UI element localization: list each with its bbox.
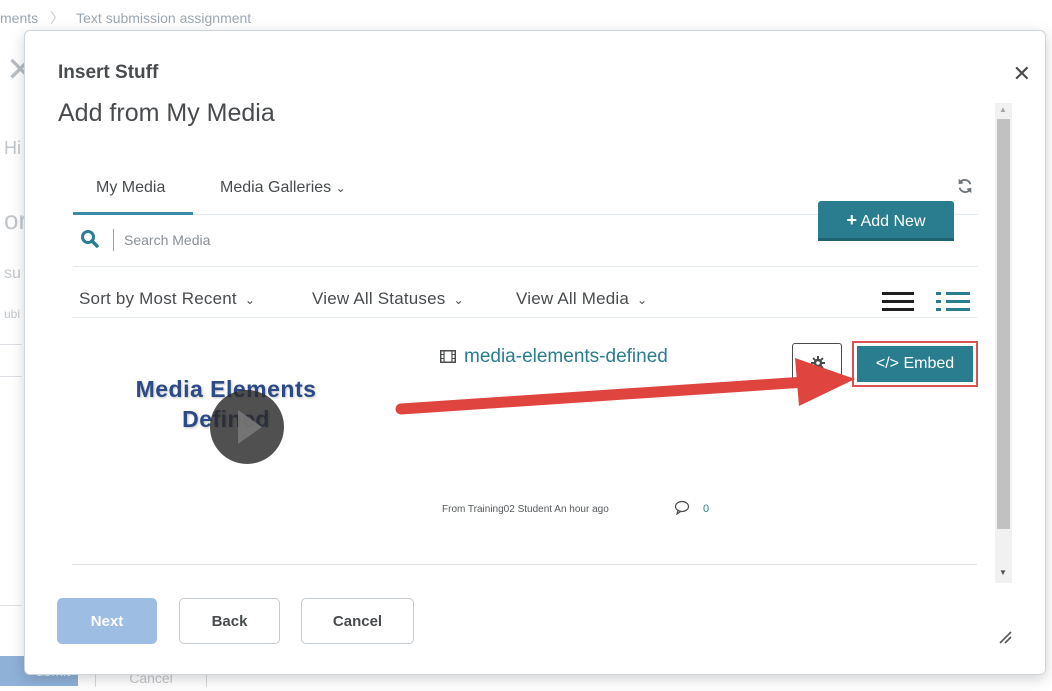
play-triangle <box>238 410 262 444</box>
gear-icon <box>811 356 825 370</box>
back-button[interactable]: Back <box>179 598 280 644</box>
search-icon[interactable] <box>80 229 100 249</box>
breadcrumb-item-prev[interactable]: ments <box>0 10 38 26</box>
embed-button[interactable]: </> Embed <box>857 346 973 382</box>
background-divider <box>0 376 22 377</box>
close-icon[interactable]: ✕ <box>1013 63 1031 85</box>
film-icon <box>440 350 456 363</box>
breadcrumb-item-current: Text submission assignment <box>76 10 252 26</box>
media-title: media-elements-defined <box>464 346 668 367</box>
statuses-dropdown[interactable]: View All Statuses ⌄ <box>312 289 464 309</box>
background-divider <box>0 605 22 606</box>
scroll-up-icon[interactable]: ▲ <box>999 105 1007 114</box>
dialog-title: Insert Stuff <box>58 62 159 83</box>
media-title-link[interactable]: media-elements-defined <box>440 346 668 368</box>
media-thumbnail[interactable]: Media Elements Defined <box>96 370 356 480</box>
add-new-underline <box>818 238 954 241</box>
media-type-label: View All Media <box>516 289 630 308</box>
embed-highlight: </> Embed <box>852 341 978 387</box>
comment-icon <box>674 500 690 515</box>
background-divider <box>0 344 22 345</box>
add-new-button[interactable]: + Add New <box>818 201 954 239</box>
background-fragment: ubi <box>4 307 21 321</box>
chevron-down-icon: ⌄ <box>453 293 464 307</box>
dialog-heading: Add from My Media <box>58 99 275 127</box>
media-type-dropdown[interactable]: View All Media ⌄ <box>516 289 647 309</box>
sort-dropdown[interactable]: Sort by Most Recent ⌄ <box>79 289 255 309</box>
comment-count[interactable]: 0 <box>703 503 709 515</box>
chevron-down-icon: ⌄ <box>335 181 346 195</box>
detailed-view-icon[interactable] <box>936 290 970 312</box>
list-view-icon[interactable] <box>882 290 914 312</box>
resize-handle-icon[interactable] <box>998 630 1012 644</box>
chevron-down-icon: ⌄ <box>244 293 256 307</box>
search-input[interactable] <box>122 227 526 253</box>
chevron-down-icon: ⌄ <box>637 293 648 307</box>
scrollbar-thumb[interactable] <box>997 119 1010 529</box>
play-icon[interactable] <box>210 390 284 464</box>
refresh-icon[interactable] <box>956 177 974 195</box>
plus-icon: + <box>846 210 858 230</box>
scroll-down-icon[interactable]: ▼ <box>999 568 1007 577</box>
breadcrumb: ments 〉 Text submission assignment <box>0 8 251 28</box>
tab-my-media[interactable]: My Media <box>96 179 165 197</box>
filters-row: Sort by Most Recent ⌄ View All Statuses ⌄ … <box>72 266 977 318</box>
cancel-button[interactable]: Cancel <box>301 598 414 644</box>
media-meta: From Training02 Student An hour ago <box>442 504 609 515</box>
sort-label: Sort by Most Recent <box>79 289 237 308</box>
next-button[interactable]: Next <box>57 598 157 644</box>
tab-media-galleries-label: Media Galleries <box>220 179 332 196</box>
statuses-label: View All Statuses <box>312 289 446 308</box>
background-fragment: su <box>4 265 21 282</box>
tab-media-galleries[interactable]: Media Galleries ⌄ <box>220 179 346 197</box>
add-new-label: Add New <box>860 213 926 230</box>
search-divider <box>113 229 114 251</box>
settings-button[interactable] <box>792 343 842 381</box>
list-bottom-divider <box>72 564 977 565</box>
background-fragment: Hi <box>4 138 21 158</box>
breadcrumb-separator-icon: 〉 <box>50 10 65 26</box>
